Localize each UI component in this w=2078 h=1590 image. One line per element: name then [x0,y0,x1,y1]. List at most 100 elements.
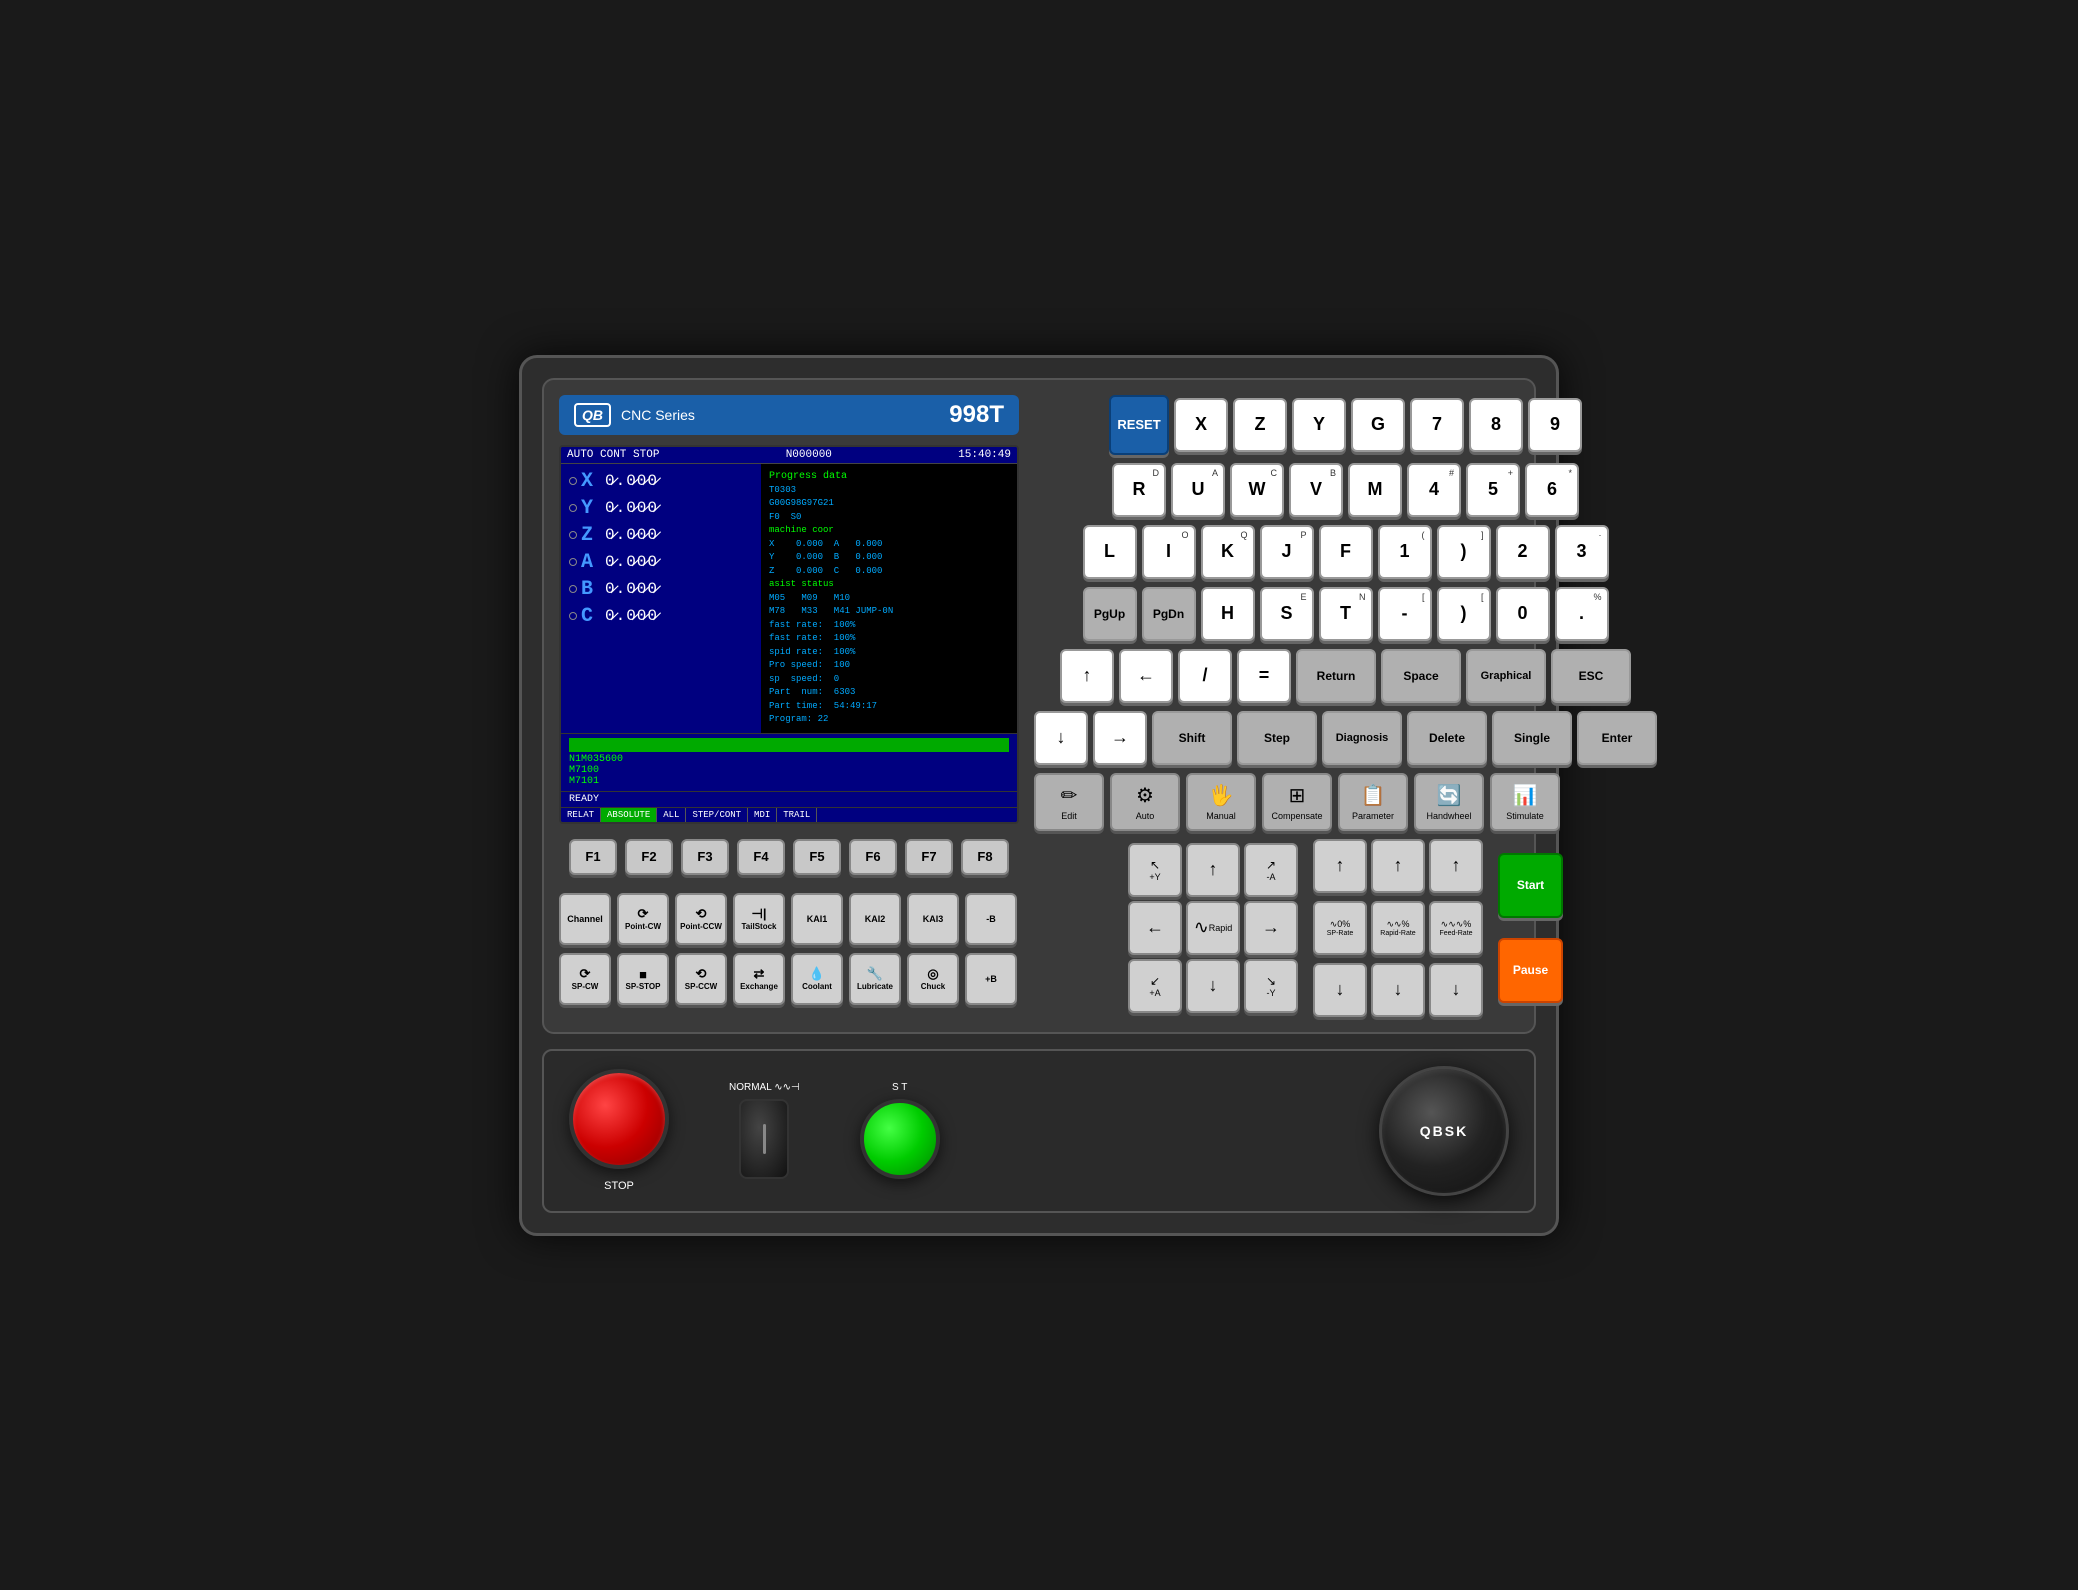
btn-pause[interactable]: Pause [1498,938,1563,1003]
jog-right[interactable]: → [1244,901,1298,955]
key-reset[interactable]: RESET [1109,395,1169,455]
key-i[interactable]: IO [1142,525,1196,579]
btn-plus-b[interactable]: +B [965,953,1017,1005]
tab-trail[interactable]: TRAIL [777,808,817,822]
key-pgdn[interactable]: PgDn [1142,587,1196,641]
jog-left[interactable]: ← [1128,901,1182,955]
key-space[interactable]: Space [1381,649,1461,703]
jog-down[interactable]: ↓ [1186,959,1240,1013]
jog-down-right[interactable]: ↘ -Y [1244,959,1298,1013]
key-j[interactable]: JP [1260,525,1314,579]
key-9[interactable]: 9 [1528,398,1582,452]
key-f[interactable]: F [1319,525,1373,579]
rate-feed[interactable]: ∿∿∿% Feed-Rate [1429,901,1483,955]
key-bracket[interactable]: )[ [1437,587,1491,641]
key-8[interactable]: 8 [1469,398,1523,452]
key-enter[interactable]: Enter [1577,711,1657,765]
key-x[interactable]: X [1174,398,1228,452]
jog-dn-mid2[interactable]: ↓ [1371,963,1425,1017]
jog-up-right[interactable]: ↗ -A [1244,843,1298,897]
key-h[interactable]: H [1201,587,1255,641]
jog-dn-mid[interactable]: ↓ [1313,963,1367,1017]
btn-lubricate[interactable]: 🔧Lubricate [849,953,901,1005]
key-l[interactable]: L [1083,525,1137,579]
btn-kai3[interactable]: KAI3 [907,893,959,945]
tab-absolute[interactable]: ABSOLUTE [601,808,657,822]
key-0[interactable]: 0 [1496,587,1550,641]
key-down-arrow[interactable]: ↓ [1034,711,1088,765]
key-m[interactable]: M [1348,463,1402,517]
screen-tabs[interactable]: RELAT ABSOLUTE ALL STEP/CONT MDI TRAIL [561,807,1017,822]
key-dot[interactable]: .% [1555,587,1609,641]
tab-mdi[interactable]: MDI [748,808,777,822]
key-slash[interactable]: / [1178,649,1232,703]
btn-chuck[interactable]: ◎Chuck [907,953,959,1005]
key-u[interactable]: UA [1171,463,1225,517]
emergency-stop-button[interactable] [569,1069,669,1169]
btn-kai1[interactable]: KAI1 [791,893,843,945]
key-delete[interactable]: Delete [1407,711,1487,765]
key-pgup[interactable]: PgUp [1083,587,1137,641]
btn-point-ccw[interactable]: ⟲Point-CCW [675,893,727,945]
key-v[interactable]: VB [1289,463,1343,517]
key-graphical[interactable]: Graphical [1466,649,1546,703]
handwheel-knob[interactable]: QBSK [1379,1066,1509,1196]
st-button[interactable] [860,1099,940,1179]
btn-exchange[interactable]: ⇄Exchange [733,953,785,1005]
tab-step-cont[interactable]: STEP/CONT [686,808,748,822]
btn-tailstock[interactable]: ⊣|TailStock [733,893,785,945]
key-close-paren[interactable]: )] [1437,525,1491,579]
jog-up-mid3[interactable]: ↑ [1429,839,1483,893]
fkey-f7[interactable]: F7 [905,839,953,875]
tab-all[interactable]: ALL [657,808,686,822]
key-minus[interactable]: -[ [1378,587,1432,641]
jog-up-mid2[interactable]: ↑ [1371,839,1425,893]
btn-coolant[interactable]: 💧Coolant [791,953,843,1005]
btn-sp-stop[interactable]: ■SP-STOP [617,953,669,1005]
btn-parameter[interactable]: 📋 Parameter [1338,773,1408,831]
key-t[interactable]: TN [1319,587,1373,641]
key-2[interactable]: 2 [1496,525,1550,579]
key-3[interactable]: 3· [1555,525,1609,579]
btn-handwheel[interactable]: 🔄 Handwheel [1414,773,1484,831]
key-equals[interactable]: = [1237,649,1291,703]
key-7[interactable]: 7 [1410,398,1464,452]
btn-compensate[interactable]: ⊞ Compensate [1262,773,1332,831]
key-left-arrow[interactable]: ← [1119,649,1173,703]
fkey-f6[interactable]: F6 [849,839,897,875]
key-z[interactable]: Z [1233,398,1287,452]
jog-up-mid[interactable]: ↑ [1313,839,1367,893]
key-step[interactable]: Step [1237,711,1317,765]
rate-sp[interactable]: ∿0% SP-Rate [1313,901,1367,955]
key-w[interactable]: WC [1230,463,1284,517]
key-esc[interactable]: ESC [1551,649,1631,703]
jog-up-left[interactable]: ↖ +Y [1128,843,1182,897]
btn-kai2[interactable]: KAI2 [849,893,901,945]
btn-auto[interactable]: ⚙ Auto [1110,773,1180,831]
btn-edit[interactable]: ✏ Edit [1034,773,1104,831]
key-g[interactable]: G [1351,398,1405,452]
fkey-f1[interactable]: F1 [569,839,617,875]
key-r[interactable]: RD [1112,463,1166,517]
key-1[interactable]: 1( [1378,525,1432,579]
jog-down-left[interactable]: ↙ +A [1128,959,1182,1013]
tab-relat[interactable]: RELAT [561,808,601,822]
jog-rapid[interactable]: ∿ Rapid [1186,901,1240,955]
key-diagnosis[interactable]: Diagnosis [1322,711,1402,765]
mode-selector-knob[interactable] [739,1099,789,1179]
rate-rapid[interactable]: ∿∿% Rapid-Rate [1371,901,1425,955]
key-single[interactable]: Single [1492,711,1572,765]
key-up-arrow[interactable]: ↑ [1060,649,1114,703]
btn-sp-ccw[interactable]: ⟲SP-CCW [675,953,727,1005]
key-return[interactable]: Return [1296,649,1376,703]
btn-manual[interactable]: 🖐 Manual [1186,773,1256,831]
fkey-f8[interactable]: F8 [961,839,1009,875]
fkey-f4[interactable]: F4 [737,839,785,875]
btn-stimulate[interactable]: 📊 Stimulate [1490,773,1560,831]
jog-dn-mid3[interactable]: ↓ [1429,963,1483,1017]
fkey-f3[interactable]: F3 [681,839,729,875]
btn-minus-b[interactable]: -B [965,893,1017,945]
key-y[interactable]: Y [1292,398,1346,452]
btn-point-cw[interactable]: ⟳Point-CW [617,893,669,945]
btn-channel[interactable]: Channel [559,893,611,945]
